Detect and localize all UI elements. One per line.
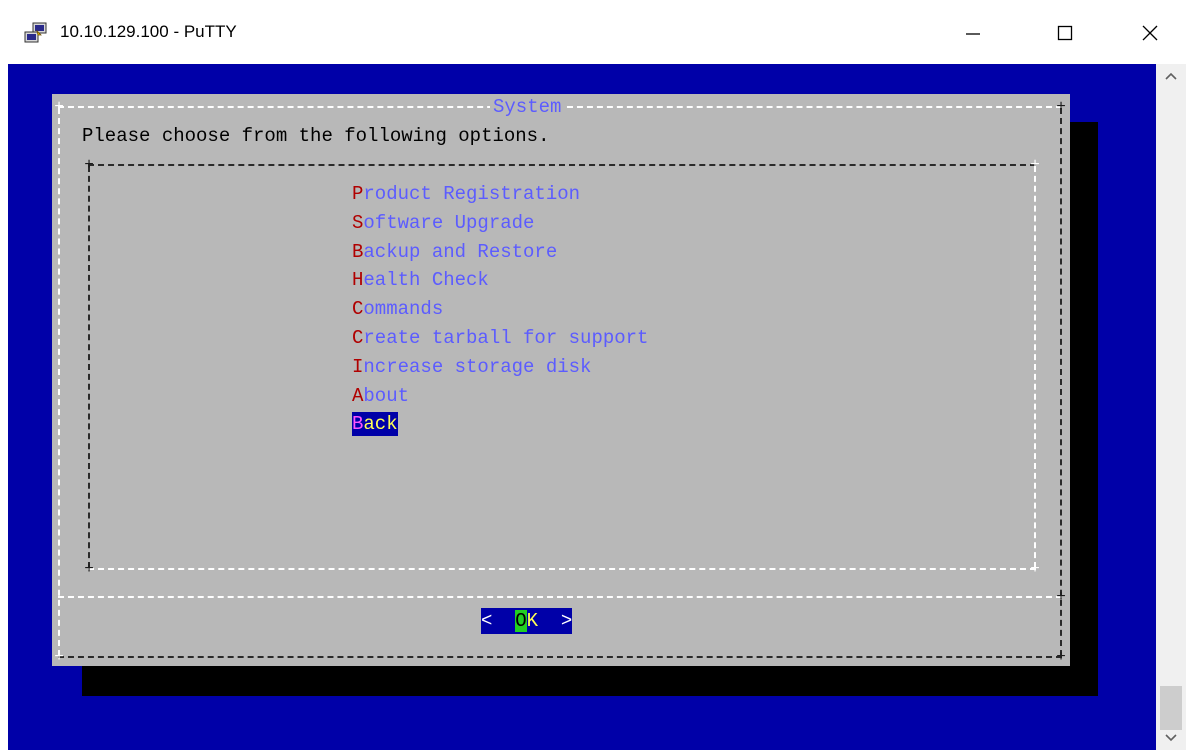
dialog-border-bottom: [58, 656, 1062, 658]
menu-item-increase-storage-disk[interactable]: Increase storage disk: [352, 353, 648, 382]
menu-item-label: ommands: [363, 298, 444, 321]
hotkey-letter: A: [352, 384, 364, 407]
hotkey-letter: H: [352, 269, 364, 292]
menu-item-label: ack: [363, 412, 398, 437]
close-icon[interactable]: [1128, 16, 1172, 50]
putty-icon: [24, 22, 47, 43]
hotkey-letter: B: [352, 412, 364, 437]
menu-item-label: ncrease storage disk: [363, 355, 592, 378]
corner-mark: +: [1056, 98, 1066, 116]
corner-mark: +: [1030, 560, 1040, 578]
scrollbar-thumb[interactable]: [1160, 686, 1182, 730]
corner-mark: +: [1030, 156, 1040, 174]
corner-mark: +: [54, 98, 64, 116]
corner-mark: +: [84, 560, 94, 578]
hotkey-letter: P: [352, 183, 364, 205]
menu-item-health-check[interactable]: Health Check: [352, 266, 648, 295]
ok-button-right-bracket: >: [538, 610, 573, 632]
menu-item-back[interactable]: Back: [352, 410, 648, 439]
hotkey-letter: C: [352, 326, 364, 349]
minimize-icon[interactable]: [951, 16, 995, 50]
ok-label: K: [526, 610, 539, 632]
title-bar[interactable]: 10.10.129.100 - PuTTY: [0, 0, 1186, 64]
maximize-icon[interactable]: [1043, 16, 1087, 50]
ok-hotkey: O: [515, 610, 527, 632]
hotkey-letter: S: [352, 211, 364, 234]
menu-item-product-registration[interactable]: Product Registration: [352, 180, 648, 209]
terminal-screen[interactable]: + + + + System Please choose from the fo…: [8, 64, 1156, 750]
corner-mark: +: [54, 648, 64, 666]
window-title: 10.10.129.100 - PuTTY: [60, 22, 237, 41]
menu-frame-left: [88, 166, 90, 568]
hotkey-letter: B: [352, 240, 364, 263]
menu-item-about[interactable]: About: [352, 382, 648, 411]
menu-item-commands[interactable]: Commands: [352, 295, 648, 324]
dialog-title: System: [490, 96, 565, 118]
ok-button[interactable]: < OK >: [481, 608, 573, 634]
chevron-up-icon[interactable]: [1164, 72, 1178, 82]
menu-item-software-upgrade[interactable]: Software Upgrade: [352, 209, 648, 238]
menu-item-create-tarball[interactable]: Create tarball for support: [352, 324, 648, 353]
menu-frame-right: [1034, 166, 1036, 568]
menu-item-label: reate tarball for support: [363, 326, 649, 349]
menu-item-backup-and-restore[interactable]: Backup and Restore: [352, 238, 648, 267]
dialog-border-left: [58, 108, 60, 656]
menu-frame-top: [88, 164, 1036, 166]
options-menu: Product Registration Software Upgrade Ba…: [352, 180, 648, 439]
hotkey-letter: I: [352, 355, 364, 378]
ok-button-left-bracket: <: [481, 610, 516, 632]
menu-item-label: roduct Registration: [363, 183, 581, 205]
menu-item-label: oftware Upgrade: [363, 211, 535, 234]
corner-mark: +: [1056, 588, 1066, 606]
button-separator: [58, 596, 1062, 598]
menu-item-label: bout: [363, 384, 410, 407]
menu-item-label: ealth Check: [363, 269, 489, 292]
dialog-prompt: Please choose from the following options…: [82, 125, 550, 147]
vertical-scrollbar[interactable]: [1156, 64, 1186, 750]
menu-item-label: ackup and Restore: [363, 240, 558, 263]
menu-frame-bottom: [88, 568, 1036, 570]
corner-mark: +: [84, 156, 94, 174]
corner-mark: +: [1056, 648, 1066, 666]
chevron-down-icon[interactable]: [1164, 732, 1178, 742]
dialog-border-right: [1060, 108, 1062, 656]
hotkey-letter: C: [352, 298, 364, 321]
system-dialog: + + + + System Please choose from the fo…: [52, 94, 1070, 666]
